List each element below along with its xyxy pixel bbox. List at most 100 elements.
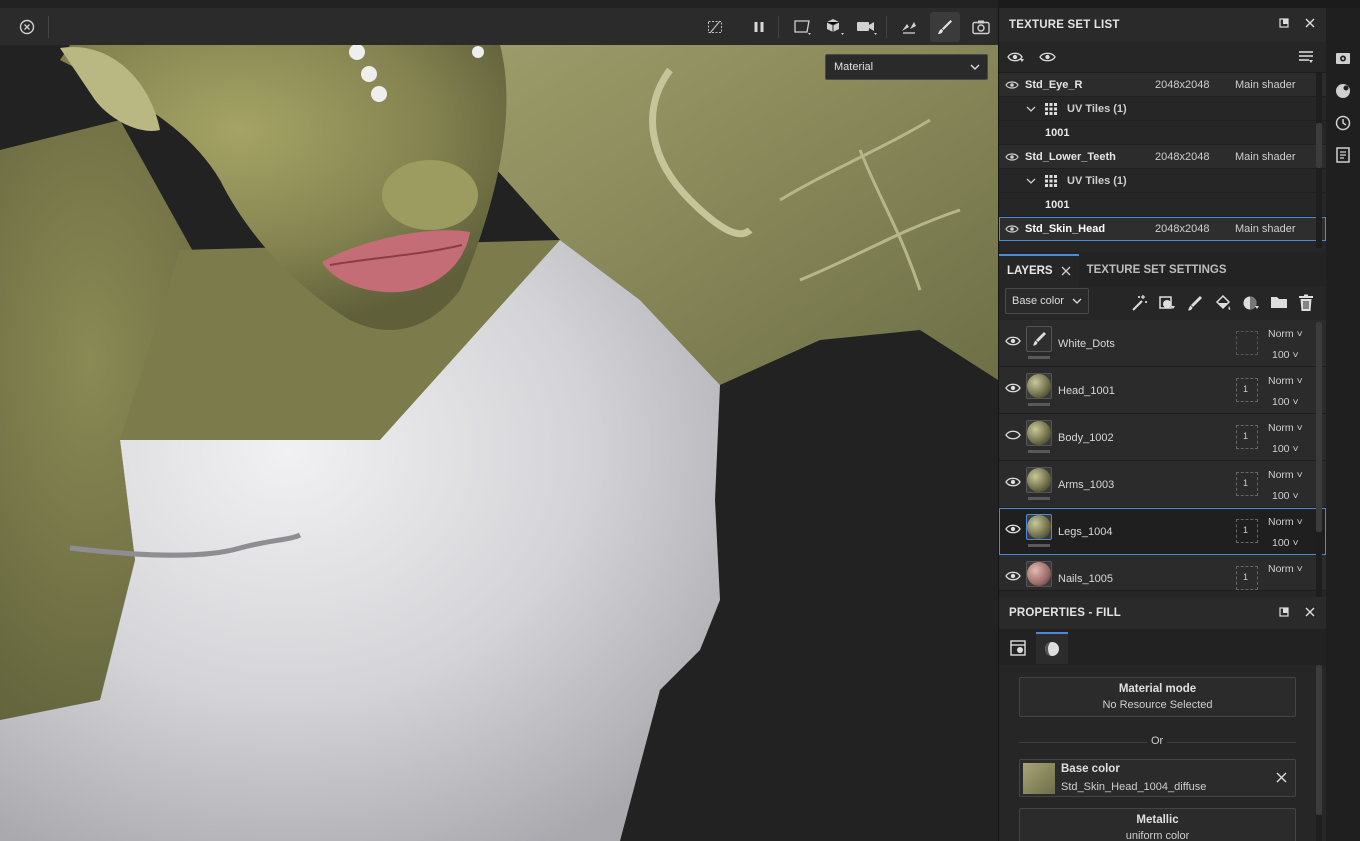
blend-mode-dropdown[interactable]: Norm ˅ [1268,422,1303,434]
history-icon[interactable] [1334,114,1352,132]
tab-texture-set-settings[interactable]: TEXTURE SET SETTINGS [1079,254,1235,286]
add-effect-icon[interactable] [1130,294,1148,312]
maximize-icon[interactable] [1278,17,1290,29]
metallic-slot[interactable]: Metallic uniform color [1019,808,1296,841]
view-2d-icon[interactable] [788,12,818,42]
layer-row[interactable]: White_Dots Norm ˅ 100 ˅ [999,320,1326,367]
add-mask-icon[interactable] [1158,294,1176,312]
hide-ui-icon[interactable] [700,12,730,42]
layer-thumbnail-bar [1028,497,1050,500]
texture-set-shader[interactable]: Main shader [1235,151,1296,163]
scrollbar[interactable] [1316,322,1322,597]
viewport-material-dropdown[interactable]: Material [825,54,988,80]
camera-mode-icon[interactable] [852,12,882,42]
close-icon[interactable] [1304,17,1316,29]
mask-slot[interactable]: 1 [1236,425,1258,449]
eye-icon[interactable] [1005,381,1021,395]
tab-label: TEXTURE SET SETTINGS [1086,264,1227,276]
log-icon[interactable] [1334,146,1352,164]
view-3d-icon[interactable] [820,12,850,42]
scrollbar-thumb[interactable] [1316,322,1322,532]
base-color-slot[interactable]: Base color Std_Skin_Head_1004_diffuse [1019,759,1296,797]
eye-icon[interactable] [1005,475,1021,489]
base-color-texture-name: Std_Skin_Head_1004_diffuse [1061,781,1207,793]
uv-tiles-row[interactable]: UV Tiles (1) [999,169,1326,193]
scrollbar[interactable] [1316,73,1322,248]
close-icon[interactable] [1061,266,1071,276]
blend-mode-label: Norm [1268,516,1294,528]
scrollbar-thumb[interactable] [1316,123,1322,168]
paint-brush-tool-icon[interactable] [930,12,960,42]
list-menu-icon[interactable] [1298,50,1314,64]
or-label: Or [1147,735,1168,747]
layer-row[interactable]: Nails_1005 1 Norm ˅ [999,555,1326,591]
eye-icon[interactable] [1005,223,1019,235]
eye-icon[interactable] [1005,79,1019,91]
opacity-dropdown[interactable]: 100 ˅ [1272,349,1299,361]
blend-mode-dropdown[interactable]: Norm ˅ [1268,516,1303,528]
reset-camera-icon[interactable] [12,12,42,42]
uv-tiles-label: UV Tiles (1) [1067,174,1127,187]
visibility-settings-icon[interactable] [1007,49,1025,65]
eye-icon[interactable] [1005,151,1019,163]
eye-icon[interactable] [1005,569,1021,583]
tab-fill-settings[interactable] [1002,632,1034,664]
channel-dropdown[interactable]: Base color [1005,288,1089,314]
uv-tile-row[interactable]: 1001 [999,121,1326,145]
display-settings-icon[interactable] [1334,50,1352,68]
texture-set-shader[interactable]: Main shader [1235,223,1296,235]
scrollbar[interactable] [1316,665,1322,841]
viewport[interactable]: Material [0,0,998,841]
screenshot-camera-icon[interactable] [966,12,996,42]
layer-row[interactable]: Head_1001 1 Norm ˅ 100 ˅ [999,367,1326,414]
eye-icon[interactable] [1005,334,1021,348]
scrollbar-thumb[interactable] [1316,665,1322,815]
texture-set-list-panel: TEXTURE SET LIST Std_Eye_R 2048x2048 Mai… [999,8,1326,248]
tab-material[interactable] [1036,632,1068,664]
layer-row-selected[interactable]: Legs_1004 1 Norm ˅ 100 ˅ [999,508,1326,555]
add-paint-layer-icon[interactable] [1186,294,1204,312]
opacity-dropdown[interactable]: 100 ˅ [1272,443,1299,455]
texture-set-shader[interactable]: Main shader [1235,79,1296,91]
texture-set-row[interactable]: Std_Eye_R 2048x2048 Main shader [999,73,1326,97]
texture-set-row[interactable]: Std_Lower_Teeth 2048x2048 Main shader [999,145,1326,169]
layer-row[interactable]: Body_1002 1 Norm ˅ 100 ˅ [999,414,1326,461]
blend-mode-dropdown[interactable]: Norm ˅ [1268,469,1303,481]
delete-layer-icon[interactable] [1298,294,1314,312]
texture-set-row-selected[interactable]: Std_Skin_Head 2048x2048 Main shader [999,217,1326,241]
add-folder-icon[interactable] [1270,294,1288,310]
opacity-dropdown[interactable]: 100 ˅ [1272,396,1299,408]
symmetry-icon[interactable] [894,12,924,42]
add-fill-layer-icon[interactable] [1214,294,1232,312]
mask-slot[interactable]: 1 [1236,472,1258,496]
eye-icon[interactable] [1005,522,1021,536]
eye-closed-icon[interactable] [1005,428,1021,442]
shader-settings-icon[interactable] [1334,82,1352,100]
material-mode-button[interactable]: Material mode No Resource Selected [1019,677,1296,717]
close-icon[interactable] [1276,772,1287,783]
eye-icon[interactable] [1039,49,1057,65]
opacity-dropdown[interactable]: 100 ˅ [1272,490,1299,502]
properties-header: PROPERTIES - FILL [999,597,1326,629]
material-mode-title: Material mode [1118,683,1197,695]
blend-mode-dropdown[interactable]: Norm ˅ [1268,375,1303,387]
add-smart-material-icon[interactable] [1242,294,1260,312]
opacity-dropdown[interactable]: 100 ˅ [1272,537,1299,549]
mask-slot[interactable] [1236,331,1258,355]
mask-slot[interactable]: 1 [1236,519,1258,543]
uv-tiles-row[interactable]: UV Tiles (1) [999,97,1326,121]
uv-tile-row[interactable]: 1001 [999,193,1326,217]
tab-layers[interactable]: LAYERS [999,254,1079,286]
mask-slot[interactable]: 1 [1236,566,1258,590]
blend-mode-dropdown[interactable]: Norm ˅ [1268,563,1303,575]
maximize-icon[interactable] [1278,606,1290,618]
mask-slot[interactable]: 1 [1236,378,1258,402]
layer-row[interactable]: Arms_1003 1 Norm ˅ 100 ˅ [999,461,1326,508]
opacity-value: 100 [1272,443,1290,455]
close-icon[interactable] [1304,606,1316,618]
chevron-down-icon[interactable] [1026,104,1036,114]
pause-icon[interactable] [744,12,774,42]
chevron-down-icon[interactable] [1026,176,1036,186]
blend-mode-dropdown[interactable]: Norm ˅ [1268,328,1303,340]
3d-model-view[interactable] [0,45,998,841]
